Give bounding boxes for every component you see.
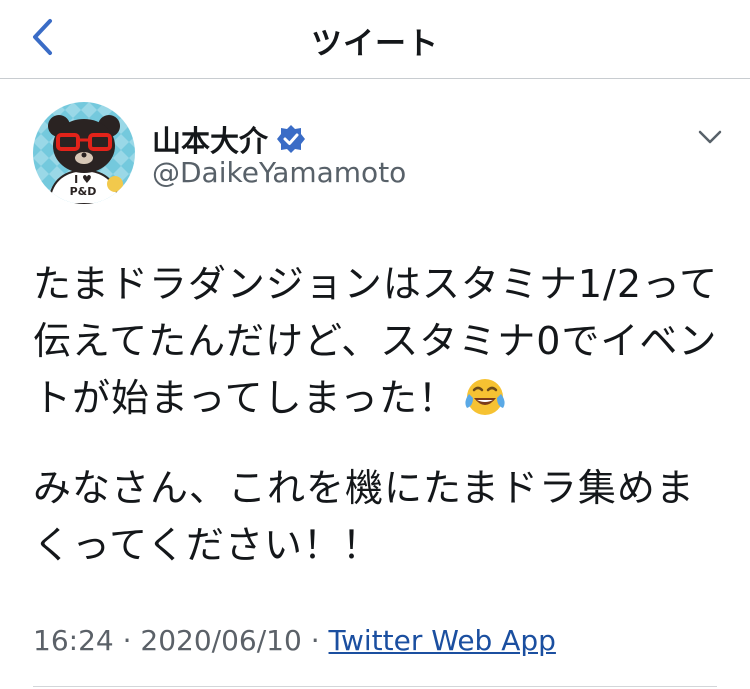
avatar[interactable]: I ♥ P&D (33, 102, 135, 204)
tears-of-joy-emoji (463, 375, 507, 419)
source-app-link[interactable]: Twitter Web App (329, 624, 556, 657)
avatar-shirt-text: I ♥ P&D (69, 173, 97, 198)
divider (33, 686, 717, 687)
user-name-row: 山本大介 (152, 118, 306, 160)
tweet-text-paragraph-2: みなさん、これを機にたまドラ集めまくってください！！ (33, 466, 695, 567)
page-title: ツイート (311, 26, 439, 62)
user-handle[interactable]: @DaikeYamamoto (152, 156, 406, 189)
chevron-down-icon (698, 130, 722, 144)
tweet-text-paragraph-1: たまドラダンジョンはスタミナ1/2って伝えてたんだけど、スタミナ0でイベントが始… (33, 262, 719, 420)
verified-badge-icon (276, 124, 306, 154)
meta-separator: · (122, 624, 132, 657)
tweet-time: 16:24 (33, 624, 114, 657)
top-bar: ツイート (0, 0, 750, 79)
tweet-meta: 16:24 · 2020/06/10 · Twitter Web App (33, 624, 556, 657)
display-name[interactable]: 山本大介 (152, 118, 268, 160)
more-options-button[interactable] (690, 122, 730, 152)
meta-separator: · (310, 624, 320, 657)
tweet-date: 2020/06/10 (140, 624, 302, 657)
